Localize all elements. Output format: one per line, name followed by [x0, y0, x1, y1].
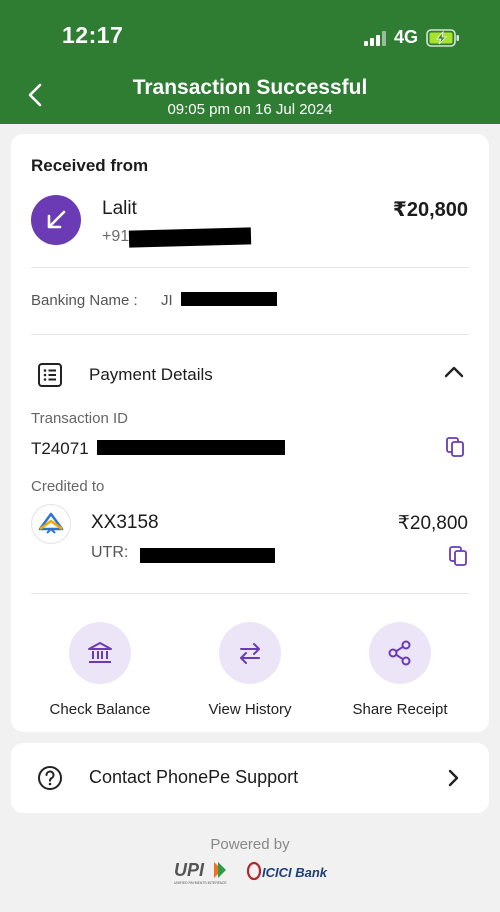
svg-text:ICICI Bank: ICICI Bank	[262, 865, 328, 880]
network-type: 4G	[393, 27, 418, 47]
partner-logos: UPI UNIFIED PAYMENTS INTERFACE ICICI Ban…	[174, 860, 328, 885]
powered-by-label: Powered by	[210, 836, 290, 853]
view-history-label: View History	[208, 701, 292, 718]
divider	[31, 267, 469, 268]
sender-phone: +91	[102, 228, 129, 246]
swap-arrows-icon	[240, 643, 260, 664]
divider	[31, 334, 469, 335]
help-circle-icon	[38, 766, 62, 790]
transaction-id-redaction	[97, 440, 285, 455]
transaction-card: Received from Lalit +91 ₹20,800 Banking …	[11, 134, 489, 732]
bank-logo-icon	[38, 512, 64, 534]
transaction-id-label: Transaction ID	[31, 410, 128, 427]
signal-icon	[363, 30, 386, 46]
bank-icon	[88, 642, 112, 663]
banking-name-redaction	[181, 292, 277, 306]
payment-details-title: Payment Details	[89, 365, 213, 384]
share-receipt-label: Share Receipt	[352, 701, 448, 718]
check-balance-button[interactable]: Check Balance	[25, 622, 175, 718]
share-receipt-button[interactable]: Share Receipt	[325, 622, 475, 718]
status-time: 12:17	[62, 22, 124, 48]
share-receipt-icon-circle[interactable]	[369, 622, 431, 684]
chevron-right-icon	[448, 769, 459, 787]
check-balance-icon-circle[interactable]	[69, 622, 131, 684]
banking-name-label: Banking Name :	[31, 292, 138, 309]
status-indicators: 4G	[363, 27, 460, 48]
icici-bank-logo: ICICI Bank	[246, 861, 328, 881]
received-amount: ₹20,800	[392, 199, 468, 221]
view-history-button[interactable]: View History	[175, 622, 325, 718]
page-title: Transaction Successful	[132, 76, 368, 99]
battery-charging-icon	[426, 28, 459, 47]
banking-name-value: JI	[161, 292, 173, 309]
divider	[31, 593, 469, 594]
app-header: 12:17 4G Transaction Successful 09:05 pm…	[0, 0, 500, 124]
utr-label: UTR:	[91, 544, 129, 561]
upi-logo: UPI UNIFIED PAYMENTS INTERFACE	[174, 860, 227, 885]
share-icon	[388, 640, 411, 666]
transaction-id-value: T24071	[31, 439, 89, 458]
credited-amount: ₹20,800	[397, 513, 468, 534]
arrow-down-left-icon	[47, 210, 66, 229]
check-balance-label: Check Balance	[49, 701, 151, 718]
view-history-icon-circle[interactable]	[219, 622, 281, 684]
contact-support-row[interactable]: Contact PhonePe Support	[11, 743, 489, 813]
received-from-label: Received from	[31, 156, 149, 175]
chevron-up-icon[interactable]	[443, 364, 465, 380]
utr-redaction	[140, 548, 275, 563]
phone-redaction	[128, 227, 252, 248]
sender-phone-prefix: +91	[102, 228, 130, 245]
contact-support-label: Contact PhonePe Support	[89, 767, 299, 787]
sender-name: Lalit	[102, 198, 137, 219]
copy-icon[interactable]	[445, 436, 465, 458]
svg-text:UNIFIED PAYMENTS INTERFACE: UNIFIED PAYMENTS INTERFACE	[174, 881, 227, 885]
receipt-list-icon	[38, 363, 62, 387]
transaction-timestamp: 09:05 pm on 16 Jul 2024	[167, 101, 333, 118]
credited-to-label: Credited to	[31, 478, 105, 495]
copy-icon[interactable]	[448, 545, 468, 567]
credited-account: XX3158	[91, 512, 159, 533]
sbi-bank-logo	[31, 504, 71, 544]
received-arrow-avatar	[31, 195, 81, 245]
svg-text:UPI: UPI	[174, 860, 205, 880]
